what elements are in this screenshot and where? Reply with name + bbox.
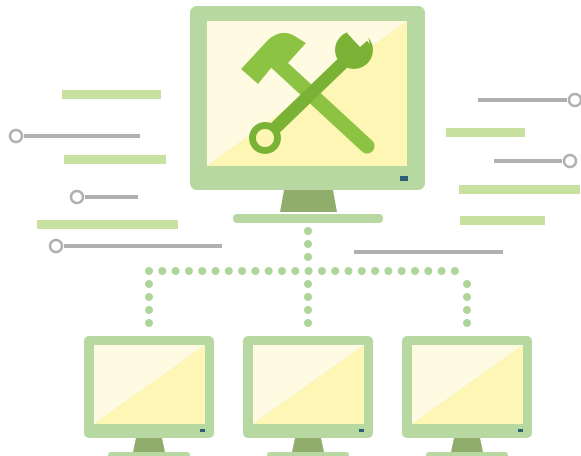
client-monitor-led xyxy=(200,429,205,432)
bus-dot xyxy=(424,267,433,275)
client-monitor-led xyxy=(359,429,364,432)
bus-dot xyxy=(371,267,380,275)
branch-dots-center xyxy=(304,280,312,327)
bus-dot xyxy=(331,267,340,275)
bus-dot xyxy=(397,267,406,275)
bus-dot xyxy=(158,267,167,275)
bus-dot xyxy=(251,267,260,275)
client-monitor-left xyxy=(84,336,214,456)
gray-line-endpoint xyxy=(69,189,85,205)
branch-dots-right xyxy=(463,280,471,327)
green-line xyxy=(446,128,525,137)
bus-dot xyxy=(224,267,233,275)
bus-dot xyxy=(344,267,353,275)
bus-dot xyxy=(291,267,300,275)
gray-line-endpoint xyxy=(562,153,578,169)
client-monitor-base xyxy=(426,452,508,456)
client-monitor-neck xyxy=(292,438,324,452)
bus-dot xyxy=(437,267,446,275)
client-monitor-led xyxy=(518,429,523,432)
green-line xyxy=(37,220,178,229)
green-line xyxy=(62,90,161,99)
bus-dot xyxy=(198,267,207,275)
client-monitor-center xyxy=(243,336,373,456)
green-line xyxy=(460,216,545,225)
bus-dot xyxy=(384,267,393,275)
bus-dot xyxy=(145,267,153,275)
bus-dot xyxy=(184,267,193,275)
bus-dot xyxy=(238,267,247,275)
illustration xyxy=(0,0,581,456)
main-monitor-led xyxy=(400,176,408,181)
bus-dot xyxy=(278,267,286,275)
gray-line-endpoint xyxy=(8,128,24,144)
green-line xyxy=(459,185,580,194)
main-monitor xyxy=(190,6,425,223)
client-monitor-neck xyxy=(451,438,483,452)
illustration-canvas xyxy=(8,6,581,456)
main-monitor-neck xyxy=(280,190,337,212)
client-monitor-base xyxy=(267,452,349,456)
bus-dot xyxy=(304,267,313,275)
client-monitor-right xyxy=(402,336,532,456)
bus-dot xyxy=(264,267,273,275)
trunk-dots xyxy=(304,227,312,261)
bus-dot xyxy=(317,267,326,275)
client-monitor-base xyxy=(108,452,190,456)
horizontal-bus-dots xyxy=(145,267,459,275)
bus-dot xyxy=(211,267,220,275)
client-monitor-neck xyxy=(133,438,165,452)
bus-dot xyxy=(411,267,419,275)
bus-dot xyxy=(357,267,366,275)
main-monitor-base xyxy=(233,214,383,223)
branch-dots-left xyxy=(145,280,153,327)
network-connectors xyxy=(145,227,471,327)
gray-line-endpoint xyxy=(567,92,581,108)
bus-dot xyxy=(171,267,180,275)
gray-line-endpoint xyxy=(48,238,64,254)
bus-dot xyxy=(450,267,459,275)
green-line xyxy=(64,155,166,164)
